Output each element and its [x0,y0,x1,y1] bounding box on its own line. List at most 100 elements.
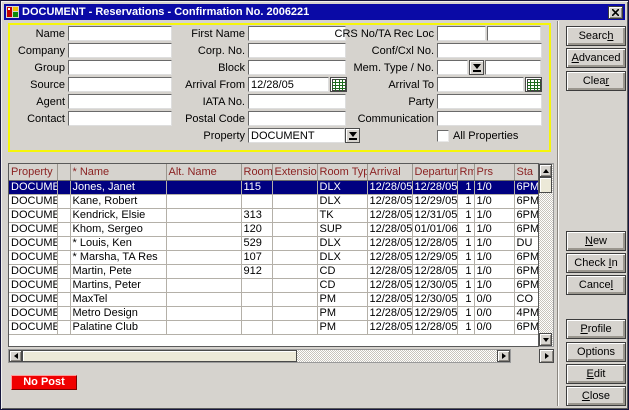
table-row[interactable]: DOCUMEJones, Janet115DLX12/28/0512/28/05… [9,180,539,194]
cell: Jones, Janet [70,180,166,194]
reservations-window: DOCUMENT - Reservations - Confirmation N… [0,0,629,410]
options-button[interactable]: Options [566,342,626,362]
search-button[interactable]: Search [566,26,626,46]
table-row[interactable]: DOCUME* Louis, Ken529DLX12/28/0512/28/05… [9,236,539,250]
table-row[interactable]: DOCUMEMartins, PeterCD12/28/0512/30/0511… [9,278,539,292]
horizontal-scroll-thumb[interactable] [22,350,297,362]
crs-ta-rec-loc-row: CRS No/TA Rec Loc [331,25,542,42]
party-input[interactable] [437,94,542,109]
cell: Kendrick, Elsie [70,208,166,222]
grid-viewport: Property* NameAlt. NameRoomExtensionRoom… [8,163,539,347]
vertical-scrollbar[interactable] [539,163,554,347]
table-row[interactable]: DOCUMEKendrick, Elsie313TK12/28/0512/31/… [9,208,539,222]
vertical-scroll-thumb[interactable] [539,177,552,193]
table-row[interactable]: DOCUMEMaxTelPM12/28/0512/30/0510/0CO [9,292,539,306]
calendar-icon [527,79,541,91]
profile-button[interactable]: Profile [566,319,626,339]
down-arrow-icon [543,338,549,342]
column-header-select [57,164,70,180]
cell: 0/0 [474,320,514,334]
conf-cxl-no-input[interactable] [437,43,542,58]
close-button[interactable]: Close [566,386,626,406]
cell: CO [514,292,539,306]
table-row[interactable]: DOCUMEPalatine ClubPM12/28/0512/28/0510/… [9,320,539,334]
clear-button[interactable]: Clear [566,71,626,91]
mem-type-no-no-input[interactable] [485,60,541,75]
cell: Khom, Sergeo [70,222,166,236]
edit-button[interactable]: Edit [566,364,626,384]
cell: DOCUME [9,222,57,236]
cell [57,306,70,320]
name-label: Name [9,28,65,40]
new-button[interactable]: New [566,231,626,251]
cell [272,236,317,250]
cell [57,292,70,306]
table-row[interactable]: DOCUMEKane, RobertDLX12/28/0512/29/0511/… [9,194,539,208]
scroll-left-button[interactable] [9,350,22,362]
postal-code-label: Postal Code [151,113,245,125]
column-header-rms: Rms [457,164,474,180]
cell: PM [317,306,367,320]
cell: 12/31/05 [412,208,457,222]
cell: 12/28/05 [367,306,412,320]
horizontal-scrollbar[interactable] [8,349,511,363]
cell [57,208,70,222]
company-label: Company [9,45,65,57]
grid-scroll-right-button[interactable] [539,349,554,363]
mem-type-no-type-input[interactable] [437,60,468,75]
cell: 6PM [514,320,539,334]
cell: 912 [241,264,272,278]
table-row[interactable]: DOCUME* Marsha, TA Res107DLX12/28/0512/2… [9,250,539,264]
reservations-table: Property* NameAlt. NameRoomExtensionRoom… [9,164,539,335]
cell [272,278,317,292]
vertical-scroll-track[interactable] [539,193,553,333]
scroll-up-button[interactable] [539,164,552,177]
close-icon [612,9,619,16]
table-row[interactable]: DOCUMEMartin, Pete912CD12/28/0512/28/051… [9,264,539,278]
communication-label: Communication [331,113,434,125]
all-properties-checkbox[interactable] [437,130,449,142]
agent-label: Agent [9,96,65,108]
title-bar: DOCUMENT - Reservations - Confirmation N… [4,4,625,20]
arrival-from-input[interactable] [248,77,329,92]
cell: 1/0 [474,278,514,292]
advanced-button[interactable]: Advanced [566,48,626,68]
crs-ta-rec-loc-input-2[interactable] [487,26,541,41]
horizontal-scroll-track[interactable] [297,350,497,362]
app-icon[interactable] [6,6,19,18]
cell: 1/0 [474,194,514,208]
cancel-button[interactable]: Cancel [566,275,626,295]
source-row: Source [9,76,172,93]
cell: 529 [241,236,272,250]
cell [272,222,317,236]
cell [57,194,70,208]
cell [272,180,317,194]
cell: DLX [317,250,367,264]
iata-no-row: IATA No. [151,93,360,110]
mem-type-no-lov-button[interactable] [469,60,484,75]
cell: 0/0 [474,306,514,320]
cell [272,292,317,306]
cell [57,180,70,194]
cell [166,292,241,306]
cell [166,222,241,236]
form-column-middle: First NameCorp. No.BlockArrival FromIATA… [151,25,360,144]
contact-row: Contact [9,110,172,127]
scroll-right-button[interactable] [497,350,510,362]
table-row[interactable]: DOCUMEKhom, Sergeo120SUP12/28/0501/01/06… [9,222,539,236]
cell: 12/28/05 [367,208,412,222]
cell: 0/0 [474,292,514,306]
arrival-to-calendar-button[interactable] [525,77,542,92]
cell: Metro Design [70,306,166,320]
check-in-button[interactable]: Check In [566,253,626,273]
cell: 1 [457,320,474,334]
scroll-down-button[interactable] [539,333,552,346]
close-window-button[interactable] [608,6,623,19]
cell: 12/28/05 [367,250,412,264]
cell: DOCUME [9,320,57,334]
crs-ta-rec-loc-input-1[interactable] [437,26,486,41]
table-row[interactable]: DOCUMEMetro DesignPM12/28/0512/29/0510/0… [9,306,539,320]
arrival-to-input[interactable] [437,77,524,92]
cell [241,320,272,334]
communication-input[interactable] [437,111,542,126]
